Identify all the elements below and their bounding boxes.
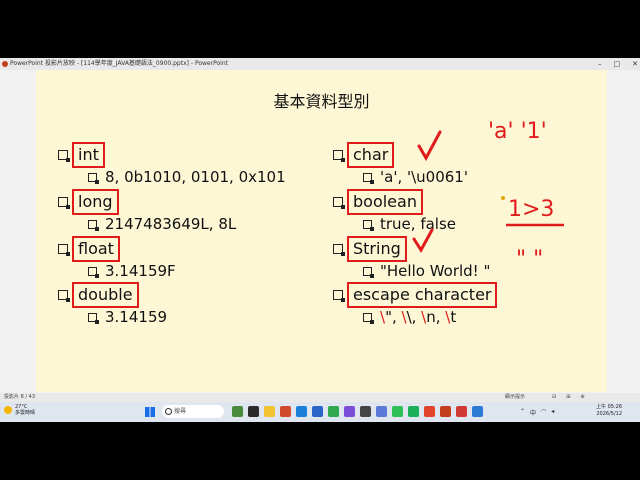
slide[interactable]: 基本資料型別 int 8, 0b1010, 0101, 0x101 long 2… <box>36 70 607 392</box>
wifi-icon[interactable]: ◠ <box>541 408 546 417</box>
start-button[interactable] <box>145 407 155 417</box>
letterbox-bottom <box>0 422 640 480</box>
checkmark-icon <box>417 130 442 162</box>
chevron-up-icon[interactable]: ⌃ <box>520 408 525 417</box>
notes-button[interactable]: 顯示提示 <box>505 393 525 402</box>
photo-icon[interactable] <box>456 406 467 417</box>
system-tray: ⌃ 中 ◠ ◂ <box>520 408 554 417</box>
handwritten-compare: 1>3 <box>508 197 554 222</box>
chrome-icon[interactable] <box>280 406 291 417</box>
taskbar: 27°C 多雲時晴 搜尋 ⌃ 中 ◠ ◂ 上午 05:26 2026/5/12 <box>0 402 640 422</box>
status-bar: 投影片 8 / 43 顯示提示 ⊟ ⊞ ⊕ <box>0 393 640 402</box>
task-view-icon[interactable] <box>248 406 259 417</box>
pinned-apps <box>232 406 483 417</box>
slide-sorter-icon[interactable]: ⊞ <box>566 393 570 402</box>
file-explorer-icon[interactable] <box>264 406 275 417</box>
landscape-app-icon[interactable] <box>232 406 243 417</box>
checkmark-icon <box>412 228 434 253</box>
pointer-dot <box>501 196 505 200</box>
handwritten-quotes: 'a' '1' <box>488 119 547 144</box>
weather-desc: 多雲時晴 <box>15 410 36 416</box>
search-icon <box>165 408 172 415</box>
language-indicator[interactable]: 中 <box>530 408 536 417</box>
search-box[interactable]: 搜尋 <box>162 405 224 418</box>
handwritten-dquotes: " " <box>516 247 543 272</box>
store-icon[interactable] <box>312 406 323 417</box>
slide-indicator: 投影片 8 / 43 <box>4 394 35 400</box>
app-icon[interactable] <box>344 406 355 417</box>
mail-icon[interactable] <box>376 406 387 417</box>
clock-date: 2026/5/12 <box>596 411 622 417</box>
powerpoint-icon <box>2 61 8 67</box>
normal-view-icon[interactable]: ⊟ <box>552 393 556 402</box>
maximize-button[interactable]: □ <box>614 58 621 70</box>
clock[interactable]: 上午 05:26 2026/5/12 <box>596 404 622 418</box>
volume-icon[interactable]: ◂ <box>551 408 554 417</box>
settings-icon[interactable] <box>360 406 371 417</box>
window-titlebar: PowerPoint 投影片放映 - [114學年度_JAVA基礎語法_0900… <box>0 58 640 70</box>
ink-annotations: 'a' '1' 1>3 " " <box>412 119 564 272</box>
weather-widget[interactable]: 27°C 多雲時晴 <box>4 404 35 416</box>
window-controls: – □ ✕ <box>598 58 638 70</box>
window-title: PowerPoint 投影片放映 - [114學年度_JAVA基礎語法_0900… <box>10 60 228 67</box>
zoom-icon[interactable]: ⊕ <box>580 393 584 402</box>
chat-icon[interactable] <box>408 406 419 417</box>
close-button[interactable]: ✕ <box>632 58 638 70</box>
powerpoint-icon[interactable] <box>440 406 451 417</box>
xbox-icon[interactable] <box>328 406 339 417</box>
edge-icon[interactable] <box>296 406 307 417</box>
chrome-alt-icon[interactable] <box>424 406 435 417</box>
view-controls: ⊟ ⊞ ⊕ <box>552 393 585 402</box>
sun-icon <box>4 406 12 414</box>
clock-time: 上午 05:26 <box>596 404 622 410</box>
vscode-icon[interactable] <box>472 406 483 417</box>
line-icon[interactable] <box>392 406 403 417</box>
minimize-button[interactable]: – <box>598 58 602 70</box>
search-placeholder: 搜尋 <box>174 408 187 415</box>
